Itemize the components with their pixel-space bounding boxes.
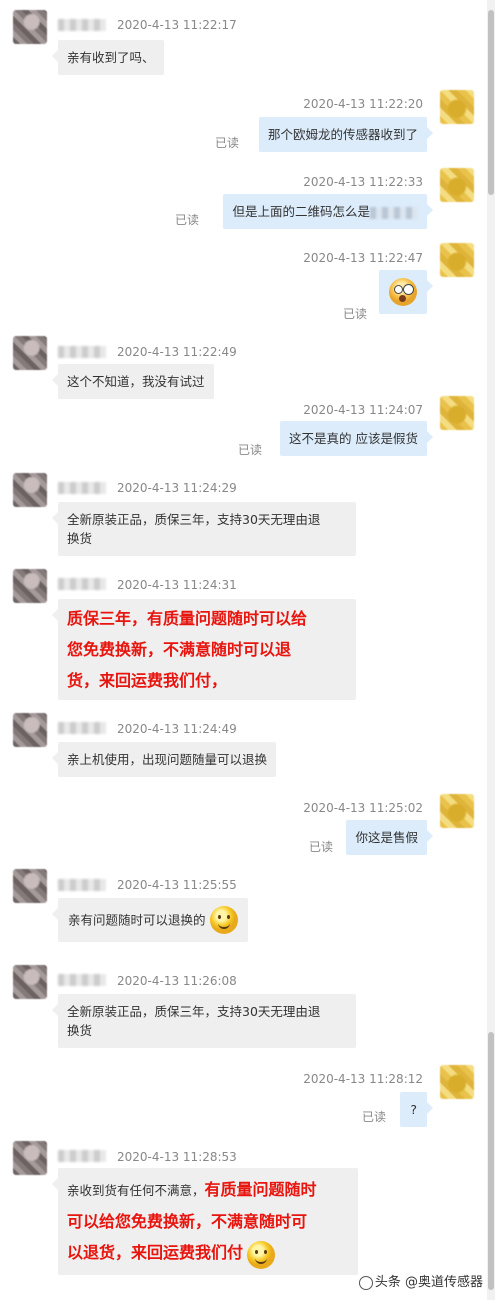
read-receipt: 已读 (175, 213, 200, 227)
seller-avatar[interactable] (13, 10, 47, 44)
message-bubble: 这个不知道，我没有试过 (52, 364, 214, 399)
message-bubble: 这不是真的 应该是假货 (280, 421, 433, 456)
seller-avatar[interactable] (13, 1141, 47, 1175)
read-receipt: 已读 (343, 307, 368, 321)
message-bubble: 亲上机使用，出现问题随量可以退换 (51, 742, 277, 777)
message-timestamp: 2020-4-13 11:28:53 (117, 1150, 237, 1164)
seller-avatar[interactable] (13, 336, 47, 370)
message-timestamp: 2020-4-13 11:22:33 (303, 175, 423, 189)
seller-name-blurred (58, 879, 106, 891)
seller-name-blurred (58, 346, 106, 358)
message-timestamp: 2020-4-13 11:22:20 (303, 97, 423, 111)
seller-avatar[interactable] (13, 569, 47, 603)
message-timestamp: 2020-4-13 11:24:49 (117, 722, 237, 736)
scrollbar-thumb[interactable] (488, 10, 494, 195)
read-receipt: 已读 (362, 1110, 387, 1124)
scrollbar-thumb[interactable] (488, 1032, 494, 1290)
seller-avatar[interactable] (13, 869, 47, 903)
seller-name-blurred (58, 578, 106, 590)
buyer-avatar[interactable] (440, 794, 474, 828)
message-timestamp: 2020-4-13 11:24:29 (117, 481, 237, 495)
message-timestamp: 2020-4-13 11:25:55 (117, 878, 237, 892)
blurred-text (370, 206, 418, 219)
message-line: 全新原装正品，质保三年，支持30天无理由退 (67, 1004, 321, 1019)
message-timestamp: 2020-4-13 11:26:08 (117, 974, 237, 988)
shocked-emoji-icon (389, 278, 417, 306)
chat-window: 2020-4-13 11:22:17 亲有收到了吗、 2020-4-13 11:… (0, 0, 495, 1300)
buyer-avatar[interactable] (440, 168, 474, 202)
highlighted-message-bubble: 亲收到货有任何不满意，有质量问题随时 可以给您免费换新，不满意随时可 以退货，来… (52, 1168, 358, 1275)
message-timestamp: 2020-4-13 11:22:17 (117, 18, 237, 32)
message-line: 货，来回运费我们付， (67, 671, 228, 690)
message-line: 亲收到货有任何不满意，有质量问题随时 (67, 1174, 349, 1206)
read-receipt: 已读 (309, 840, 334, 854)
message-bubble: 但是上面的二维码怎么是 (223, 194, 433, 229)
highlighted-text: 以退货，来回运费我们付 (67, 1243, 244, 1262)
message-timestamp: 2020-4-13 11:24:07 (303, 403, 423, 417)
seller-avatar[interactable] (13, 473, 47, 507)
seller-name-blurred (58, 974, 106, 986)
message-line: 换货 (67, 531, 93, 546)
message-text: 亲有问题随时可以退换的 (68, 912, 206, 928)
message-line: 换货 (67, 1023, 93, 1038)
buyer-avatar[interactable] (440, 243, 474, 277)
message-bubble: 你这是售假 (346, 820, 433, 855)
seller-name-blurred (58, 1150, 106, 1162)
seller-name-blurred (58, 482, 106, 494)
highlighted-line: 可以给您免费换新，不满意随时可 (67, 1212, 308, 1231)
message-line: 您免费换新，不满意随时可以退 (67, 640, 292, 659)
message-text: 但是上面的二维码怎么是 (232, 204, 370, 219)
message-bubble: 全新原装正品，质保三年，支持30天无理由退 换货 (52, 502, 356, 556)
message-line: 全新原装正品，质保三年，支持30天无理由退 (67, 512, 321, 527)
highlighted-text: 有质量问题随时 (204, 1180, 317, 1199)
read-receipt: 已读 (238, 443, 263, 457)
message-bubble: ? (400, 1092, 433, 1127)
message-timestamp: 2020-4-13 11:22:49 (117, 345, 237, 359)
seller-avatar[interactable] (13, 965, 47, 999)
highlighted-message-bubble: 质保三年，有质量问题随时可以给 您免费换新，不满意随时可以退 货，来回运费我们付… (52, 599, 356, 700)
message-bubble: 亲有收到了吗、 (52, 40, 164, 75)
seller-name-blurred (58, 722, 106, 734)
message-line: 质保三年，有质量问题随时可以给 (67, 609, 308, 628)
camera-icon (358, 1275, 373, 1290)
message-bubble: 全新原装正品，质保三年，支持30天无理由退 换货 (52, 994, 356, 1048)
watermark-text: 头条 @奥道传感器 (374, 1275, 483, 1290)
watermark: 头条 @奥道传感器 (358, 1271, 483, 1290)
message-timestamp: 2020-4-13 11:25:02 (303, 801, 423, 815)
message-text: 亲收到货有任何不满意， (67, 1183, 205, 1198)
buyer-avatar[interactable] (440, 1065, 474, 1099)
message-timestamp: 2020-4-13 11:28:12 (303, 1072, 423, 1086)
smile-emoji-icon (209, 906, 238, 934)
scrollbar[interactable] (487, 0, 495, 1300)
read-receipt: 已读 (215, 136, 240, 150)
message-bubble: 亲有问题随时可以退换的 (52, 898, 248, 942)
buyer-avatar[interactable] (440, 396, 474, 430)
message-bubble: 那个欧姆龙的传感器收到了 (258, 117, 434, 152)
message-line: 以退货，来回运费我们付 (67, 1237, 349, 1269)
seller-name-blurred (58, 19, 106, 31)
smile-emoji-icon (247, 1240, 275, 1269)
message-timestamp: 2020-4-13 11:22:47 (303, 251, 423, 265)
emoji-message-bubble (379, 270, 433, 314)
message-timestamp: 2020-4-13 11:24:31 (117, 578, 237, 592)
seller-avatar[interactable] (13, 713, 47, 747)
buyer-avatar[interactable] (440, 90, 474, 124)
